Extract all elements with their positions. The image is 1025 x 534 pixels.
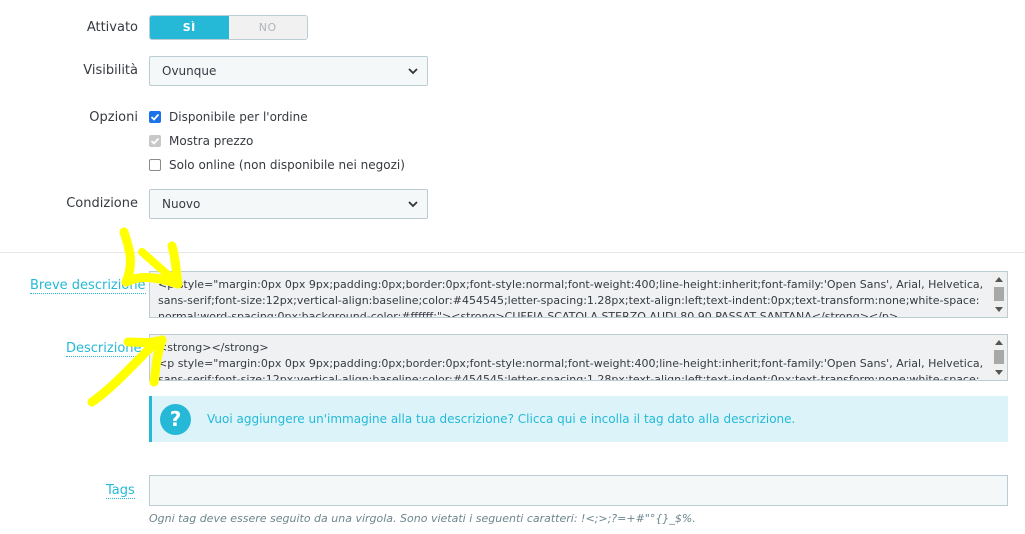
checkbox-icon: [149, 135, 161, 147]
tags-label: Tags: [106, 483, 135, 499]
scrollbar-thumb[interactable]: [994, 350, 1004, 364]
option-available-for-order[interactable]: Disponibile per l'ordine: [149, 110, 308, 124]
chevron-down-icon: [408, 201, 418, 208]
visibility-select[interactable]: Ovunque: [149, 56, 428, 86]
image-help-alert: ? Vuoi aggiungere un'immagine alla tua d…: [149, 396, 1008, 442]
option-label: Solo online (non disponibile nei negozi): [169, 158, 405, 172]
annotation-arrow-icon: [87, 335, 167, 407]
checkbox-icon[interactable]: [149, 159, 161, 171]
description-text: <strong></strong> <p style="margin:0px 0…: [158, 341, 984, 381]
description-textarea[interactable]: <strong></strong> <p style="margin:0px 0…: [149, 334, 1008, 381]
condition-label: Condizione: [66, 196, 138, 211]
scrollbar[interactable]: [991, 272, 1007, 317]
toggle-yes-option[interactable]: SÌ: [150, 16, 229, 39]
options-label: Opzioni: [89, 110, 138, 125]
scroll-up-icon[interactable]: [995, 339, 1003, 345]
option-label: Mostra prezzo: [169, 134, 254, 148]
scrollbar[interactable]: [991, 335, 1007, 380]
option-online-only[interactable]: Solo online (non disponibile nei negozi): [149, 158, 405, 172]
scroll-down-icon[interactable]: [995, 370, 1003, 376]
scroll-down-icon[interactable]: [995, 307, 1003, 313]
scroll-up-icon[interactable]: [995, 276, 1003, 282]
tags-input[interactable]: [149, 475, 1008, 506]
condition-value: Nuovo: [162, 197, 201, 211]
checkbox-icon[interactable]: [149, 111, 161, 123]
visibility-label: Visibilità: [83, 63, 138, 78]
visibility-value: Ovunque: [162, 64, 217, 78]
click-here-link[interactable]: Clicca qui: [518, 412, 576, 426]
image-help-message: Vuoi aggiungere un'immagine alla tua des…: [207, 412, 795, 426]
short-description-text: <p style="margin:0px 0px 9px;padding:0px…: [158, 278, 984, 318]
chevron-down-icon: [408, 68, 418, 75]
annotation-arrow-icon: [119, 227, 183, 289]
activated-toggle[interactable]: SÌ NO: [149, 15, 308, 40]
info-text-after: e incolla il tag dato alla descrizione.: [575, 412, 796, 426]
toggle-no-option[interactable]: NO: [228, 16, 307, 39]
activated-label: Attivato: [86, 20, 138, 35]
option-show-price: Mostra prezzo: [149, 134, 253, 148]
scrollbar-thumb[interactable]: [994, 287, 1004, 301]
condition-select[interactable]: Nuovo: [149, 189, 428, 219]
info-text-before: Vuoi aggiungere un'immagine alla tua des…: [207, 412, 518, 426]
option-label: Disponibile per l'ordine: [169, 110, 308, 124]
short-description-textarea[interactable]: <p style="margin:0px 0px 9px;padding:0px…: [149, 271, 1008, 318]
tags-hint: Ogni tag deve essere seguito da una virg…: [149, 512, 696, 525]
